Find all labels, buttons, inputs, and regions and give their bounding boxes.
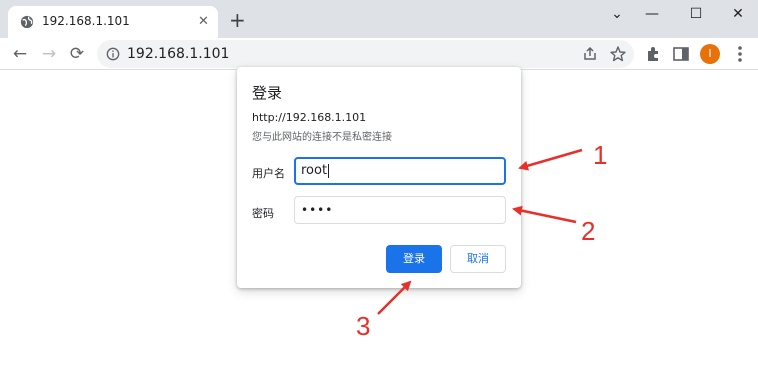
close-window-button[interactable]: ✕ — [726, 6, 750, 22]
info-icon[interactable] — [106, 47, 120, 61]
text-caret — [328, 163, 330, 178]
back-button[interactable]: ← — [9, 43, 31, 65]
profile-avatar[interactable]: I — [700, 44, 720, 64]
globe-icon — [20, 15, 34, 29]
dialog-title: 登录 — [252, 84, 283, 102]
menu-dots-icon[interactable] — [732, 44, 748, 64]
username-label: 用户名 — [252, 167, 285, 180]
annotation-number-1: 1 — [593, 140, 608, 170]
password-label: 密码 — [252, 207, 274, 220]
username-value: root — [301, 163, 328, 178]
forward-button[interactable]: → — [38, 43, 60, 65]
extensions-puzzle-icon[interactable] — [644, 44, 664, 64]
toolbar: ← → ⟳ 192.168.1.101 I — [0, 38, 758, 70]
password-field[interactable]: •••• — [294, 196, 506, 224]
browser-window: 192.168.1.101 ✕ + ⌄ — ☐ ✕ ← → ⟳ 192.168.… — [0, 0, 758, 388]
username-field[interactable]: root — [294, 157, 506, 185]
bookmark-star-icon[interactable] — [609, 45, 627, 63]
annotation-number-2: 2 — [581, 216, 596, 246]
dialog-url: http://192.168.1.101 — [252, 111, 367, 124]
new-tab-button[interactable]: + — [229, 10, 246, 30]
tab-title: 192.168.1.101 — [42, 14, 130, 28]
address-bar[interactable]: 192.168.1.101 — [97, 40, 634, 68]
arrow-1 — [518, 148, 583, 171]
tab-close-icon[interactable]: ✕ — [198, 15, 209, 29]
tab-strip: 192.168.1.101 ✕ + ⌄ — ☐ ✕ — [0, 0, 758, 38]
share-icon[interactable] — [581, 45, 599, 63]
side-panel-icon[interactable] — [671, 44, 691, 64]
connection-warning: 您与此网站的连接不是私密连接 — [252, 132, 392, 143]
reload-button[interactable]: ⟳ — [66, 43, 88, 65]
maximize-button[interactable]: ☐ — [684, 6, 708, 22]
browser-tab[interactable]: 192.168.1.101 ✕ — [8, 6, 218, 38]
login-button[interactable]: 登录 — [386, 245, 442, 273]
minimize-button[interactable]: — — [640, 6, 664, 22]
login-dialog: 登录 http://192.168.1.101 您与此网站的连接不是私密连接 用… — [237, 67, 521, 288]
arrow-2 — [512, 205, 577, 224]
cancel-button[interactable]: 取消 — [450, 245, 506, 273]
annotation-number-3: 3 — [356, 311, 371, 341]
url-text: 192.168.1.101 — [127, 46, 230, 62]
tab-search-chevron-icon[interactable]: ⌄ — [605, 6, 629, 22]
